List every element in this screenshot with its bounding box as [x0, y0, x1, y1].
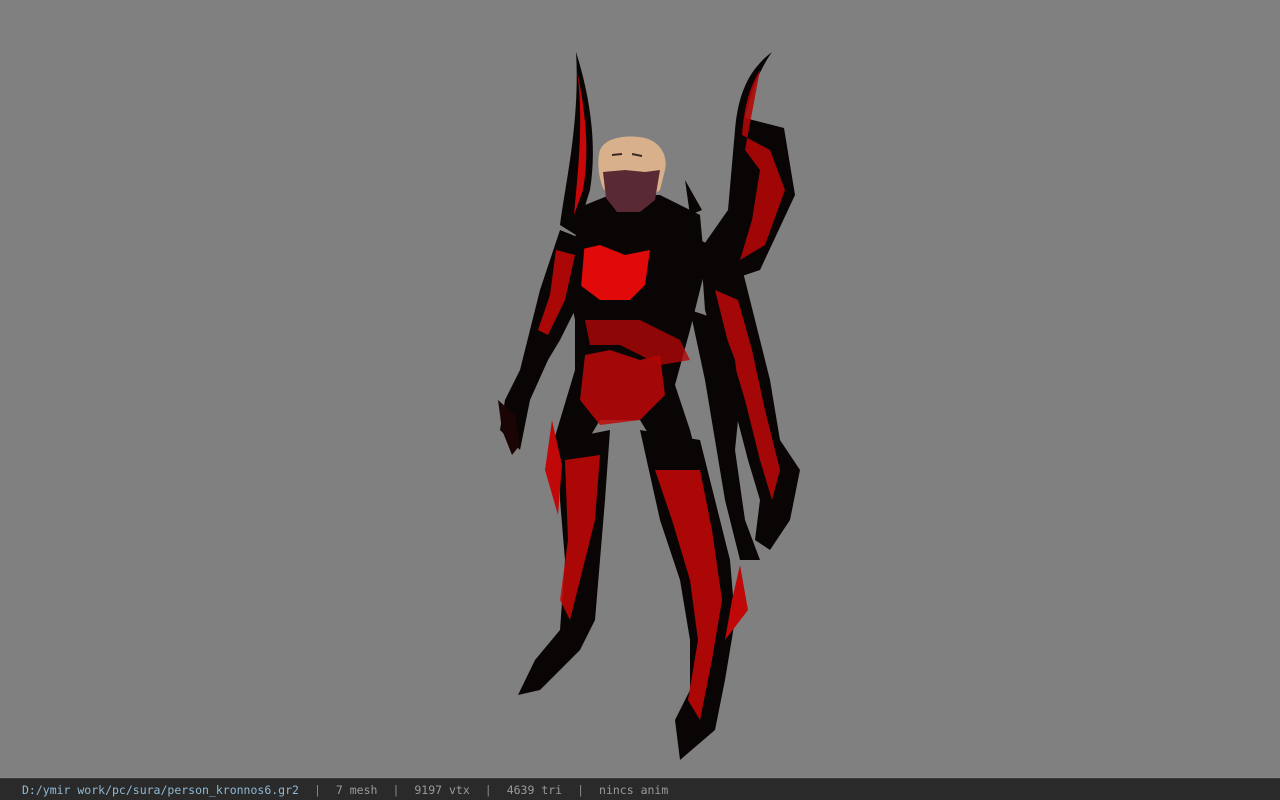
vertex-count: 9197 vtx — [414, 782, 470, 797]
separator: | — [484, 782, 492, 797]
file-path: D:/ymir work/pc/sura/person_kronnos6.gr2 — [22, 782, 299, 797]
separator: | — [313, 782, 321, 797]
animation-info: nincs anim — [599, 782, 669, 797]
separator: | — [392, 782, 400, 797]
mesh-count: 7 mesh — [335, 782, 378, 797]
3d-viewport[interactable] — [0, 0, 1280, 778]
eye-left — [611, 153, 623, 156]
triangle-count: 4639 tri — [506, 782, 563, 797]
status-bar: D:/ymir work/pc/sura/person_kronnos6.gr2… — [0, 778, 1280, 800]
separator: | — [577, 782, 585, 797]
character-model — [498, 52, 800, 760]
